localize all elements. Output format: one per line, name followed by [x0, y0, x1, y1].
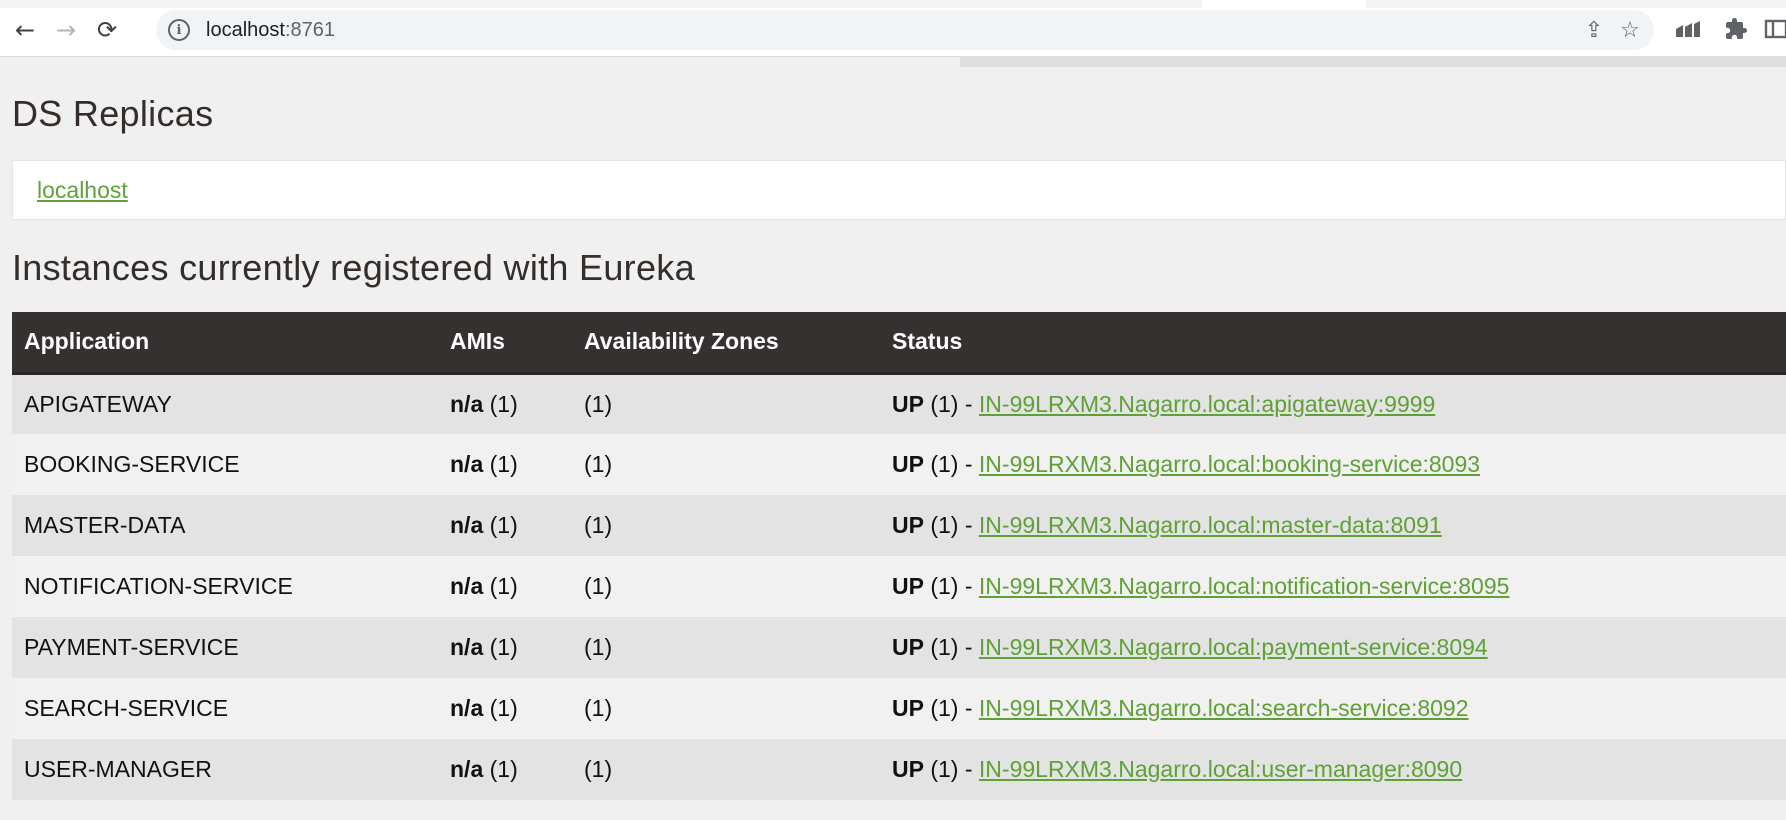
status-value: UP [892, 573, 924, 599]
status-count: (1) - [923, 695, 979, 721]
browser-toolbar: ← → ⟳ i localhost:8761 ⇪ ☆ [0, 0, 1786, 57]
status-value: UP [892, 756, 924, 782]
address-bar[interactable]: i localhost:8761 ⇪ ☆ [156, 10, 1654, 50]
application-cell: USER-MANAGER [12, 739, 438, 800]
status-cell: UP (1) - IN-99LRXM3.Nagarro.local:bookin… [880, 434, 1786, 495]
application-cell: MASTER-DATA [12, 495, 438, 556]
status-value: UP [892, 634, 924, 660]
column-header-status: Status [880, 312, 1786, 375]
ami-count: (1) [483, 756, 518, 782]
extensions-puzzle-icon[interactable] [1721, 14, 1751, 44]
status-cell: UP (1) - IN-99LRXM3.Nagarro.local:search… [880, 678, 1786, 739]
amis-cell: n/a (1) [438, 495, 572, 556]
replica-link[interactable]: localhost [37, 177, 128, 204]
ami-count: (1) [483, 451, 518, 477]
instances-table: Application AMIs Availability Zones Stat… [12, 312, 1786, 800]
instance-link[interactable]: IN-99LRXM3.Nagarro.local:master-data:809… [979, 512, 1442, 538]
page-overflow-strip [960, 57, 1786, 67]
zones-cell: (1) [572, 434, 880, 495]
ds-replicas-heading: DS Replicas [12, 93, 214, 134]
ami-count: (1) [483, 695, 518, 721]
ami-value: n/a [450, 634, 484, 660]
status-value: UP [892, 390, 924, 417]
status-count: (1) - [923, 634, 979, 660]
instance-link[interactable]: IN-99LRXM3.Nagarro.local:payment-service… [979, 634, 1488, 660]
status-value: UP [892, 695, 924, 721]
zones-cell: (1) [572, 678, 880, 739]
amis-cell: n/a (1) [438, 434, 572, 495]
status-cell: UP (1) - IN-99LRXM3.Nagarro.local:master… [880, 495, 1786, 556]
table-row: USER-MANAGER n/a (1) (1) UP (1) - IN-99LRXM… [12, 739, 1786, 800]
instance-link[interactable]: IN-99LRXM3.Nagarro.local:booking-service… [979, 451, 1480, 477]
application-cell: NOTIFICATION-SERVICE [12, 556, 438, 617]
application-cell: APIGATEWAY [12, 373, 438, 434]
ami-value: n/a [450, 573, 484, 599]
table-row: BOOKING-SERVICE n/a (1) (1) UP (1) - IN-99L… [12, 434, 1786, 495]
instance-link[interactable]: IN-99LRXM3.Nagarro.local:apigateway:9999 [979, 391, 1435, 417]
ami-count: (1) [483, 634, 518, 660]
ami-count: (1) [483, 512, 518, 538]
zones-cell: (1) [572, 373, 880, 434]
table-row: PAYMENT-SERVICE n/a (1) (1) UP (1) - IN-99L… [12, 617, 1786, 678]
replicas-panel: localhost [12, 160, 1786, 220]
table-row: NOTIFICATION-SERVICE n/a (1) (1) UP (1) - I… [12, 556, 1786, 617]
ami-count: (1) [483, 573, 518, 599]
zones-cell: (1) [572, 617, 880, 678]
status-count: (1) - [923, 756, 979, 782]
instance-link[interactable]: IN-99LRXM3.Nagarro.local:notification-se… [979, 573, 1510, 599]
instances-heading: Instances currently registered with Eure… [12, 247, 695, 288]
table-row: MASTER-DATA n/a (1) (1) UP (1) - IN-99LRXM3… [12, 495, 1786, 556]
site-info-icon[interactable]: i [168, 19, 190, 41]
status-cell: UP (1) - IN-99LRXM3.Nagarro.local:user-m… [880, 739, 1786, 800]
url-port: :8761 [284, 19, 335, 41]
ami-value: n/a [450, 512, 484, 538]
url-host: localhost [206, 19, 285, 41]
column-header-availability-zones: Availability Zones [572, 312, 880, 375]
performance-extension-icon[interactable] [1673, 14, 1703, 44]
ami-count: (1) [483, 390, 518, 417]
ami-value: n/a [450, 390, 484, 417]
side-panel-icon[interactable] [1764, 14, 1786, 44]
application-cell: BOOKING-SERVICE [12, 434, 438, 495]
status-value: UP [892, 512, 924, 538]
ami-value: n/a [450, 695, 484, 721]
status-count: (1) - [923, 451, 979, 477]
bookmark-star-icon[interactable]: ☆ [1616, 16, 1644, 44]
ami-value: n/a [450, 451, 484, 477]
amis-cell: n/a (1) [438, 556, 572, 617]
status-count: (1) - [923, 573, 979, 599]
status-cell: UP (1) - IN-99LRXM3.Nagarro.local:notifi… [880, 556, 1786, 617]
tab-strip-edge [0, 0, 1786, 8]
table-row: APIGATEWAY n/a (1) (1) UP (1) - IN-99LRXM3.… [12, 373, 1786, 434]
table-row: SEARCH-SERVICE n/a (1) (1) UP (1) - IN-99LR… [12, 678, 1786, 739]
application-cell: SEARCH-SERVICE [12, 678, 438, 739]
column-header-application: Application [12, 312, 438, 375]
table-header-row: Application AMIs Availability Zones Stat… [12, 312, 1786, 375]
zones-cell: (1) [572, 556, 880, 617]
status-count: (1) - [923, 390, 979, 417]
amis-cell: n/a (1) [438, 373, 572, 434]
zones-cell: (1) [572, 495, 880, 556]
forward-icon[interactable]: → [48, 12, 84, 48]
ami-value: n/a [450, 756, 484, 782]
column-header-amis: AMIs [438, 312, 572, 375]
status-cell: UP (1) - IN-99LRXM3.Nagarro.local:paymen… [880, 617, 1786, 678]
url-text[interactable]: localhost:8761 [206, 19, 335, 42]
zones-cell: (1) [572, 739, 880, 800]
amis-cell: n/a (1) [438, 739, 572, 800]
share-icon[interactable]: ⇪ [1580, 16, 1608, 44]
amis-cell: n/a (1) [438, 678, 572, 739]
status-count: (1) - [923, 512, 979, 538]
status-value: UP [892, 451, 924, 477]
amis-cell: n/a (1) [438, 617, 572, 678]
instance-link[interactable]: IN-99LRXM3.Nagarro.local:search-service:… [979, 695, 1469, 721]
reload-icon[interactable]: ⟳ [89, 12, 125, 48]
back-icon[interactable]: ← [7, 12, 43, 48]
status-cell: UP (1) - IN-99LRXM3.Nagarro.local:apigat… [880, 373, 1786, 434]
instance-link[interactable]: IN-99LRXM3.Nagarro.local:user-manager:80… [979, 756, 1462, 782]
application-cell: PAYMENT-SERVICE [12, 617, 438, 678]
